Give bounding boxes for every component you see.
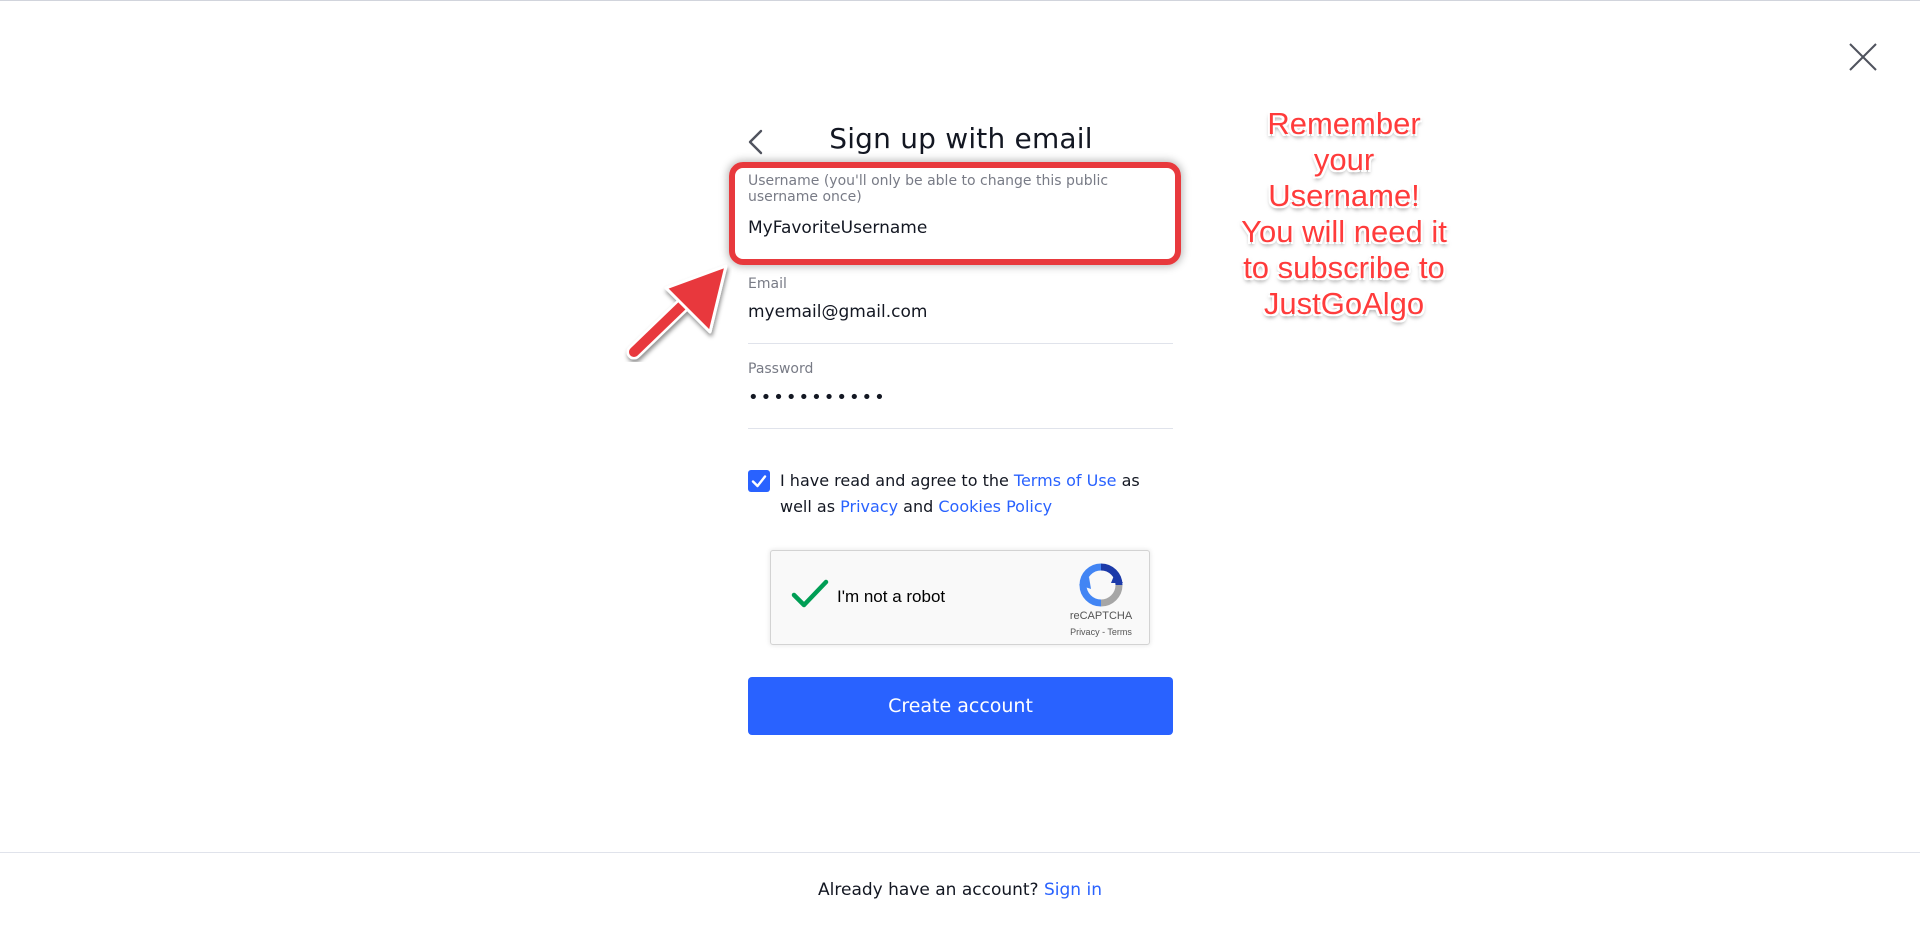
- cookies-policy-link[interactable]: Cookies Policy: [938, 497, 1052, 516]
- annotation-line-2: your: [1313, 142, 1375, 177]
- checkmark-icon: [791, 579, 829, 608]
- username-field[interactable]: Username (you'll only be able to change …: [748, 173, 1173, 260]
- password-input[interactable]: [748, 387, 1173, 408]
- recaptcha-widget: I'm not a robot reCAPTCHA Privacy - Term…: [770, 550, 1150, 645]
- sign-in-link[interactable]: Sign in: [1044, 880, 1102, 900]
- recaptcha-label: I'm not a robot: [837, 587, 946, 606]
- signup-page: Sign up with email Username (you'll only…: [0, 0, 1920, 932]
- agree-text-start: I have read and agree to the: [780, 471, 1014, 490]
- annotation-line-5: to subscribe to: [1243, 250, 1445, 285]
- terms-of-use-link[interactable]: Terms of Use: [1014, 471, 1117, 490]
- email-label: Email: [748, 276, 787, 292]
- password-label: Password: [748, 361, 814, 377]
- email-input[interactable]: [748, 302, 1173, 322]
- annotation-line-1: Remember: [1267, 106, 1421, 141]
- agree-text-and: and: [898, 497, 939, 516]
- recaptcha-logo: [1079, 563, 1123, 607]
- close-icon: [1849, 43, 1877, 71]
- top-divider: [0, 0, 1920, 1]
- agree-text: I have read and agree to the Terms of Us…: [780, 468, 1173, 520]
- recaptcha-checkbox[interactable]: [791, 577, 829, 611]
- password-field[interactable]: Password: [748, 361, 1173, 429]
- agree-checkbox[interactable]: [748, 470, 770, 492]
- privacy-link[interactable]: Privacy: [840, 497, 898, 516]
- recaptcha-logo-icon: [1079, 563, 1123, 607]
- agree-row: I have read and agree to the Terms of Us…: [748, 468, 1173, 520]
- recaptcha-brand: reCAPTCHA: [1069, 610, 1133, 622]
- annotation-line-3: Username!: [1268, 178, 1420, 213]
- create-account-button[interactable]: Create account: [748, 677, 1173, 735]
- footer-divider: [0, 852, 1920, 853]
- annotation-line-6: JustGoAlgo: [1263, 286, 1425, 321]
- footer-prompt: Already have an account?: [818, 880, 1044, 900]
- annotation-line-4: You will need it: [1241, 214, 1447, 249]
- username-label: Username (you'll only be able to change …: [748, 173, 1109, 205]
- page-title: Sign up with email: [829, 122, 1093, 155]
- annotation-arrow-icon: [626, 264, 728, 360]
- recaptcha-terms-link[interactable]: Terms: [1107, 627, 1132, 637]
- recaptcha-links: Privacy - Terms: [1057, 627, 1145, 637]
- annotation-note: Remember your Username! You will need it…: [1206, 106, 1482, 322]
- email-field[interactable]: Email: [748, 276, 1173, 344]
- close-button[interactable]: [1846, 40, 1880, 74]
- checkmark-icon: [751, 475, 767, 488]
- footer: Already have an account? Sign in: [0, 880, 1920, 900]
- recaptcha-privacy-link[interactable]: Privacy: [1070, 627, 1100, 637]
- username-input[interactable]: [748, 218, 1173, 238]
